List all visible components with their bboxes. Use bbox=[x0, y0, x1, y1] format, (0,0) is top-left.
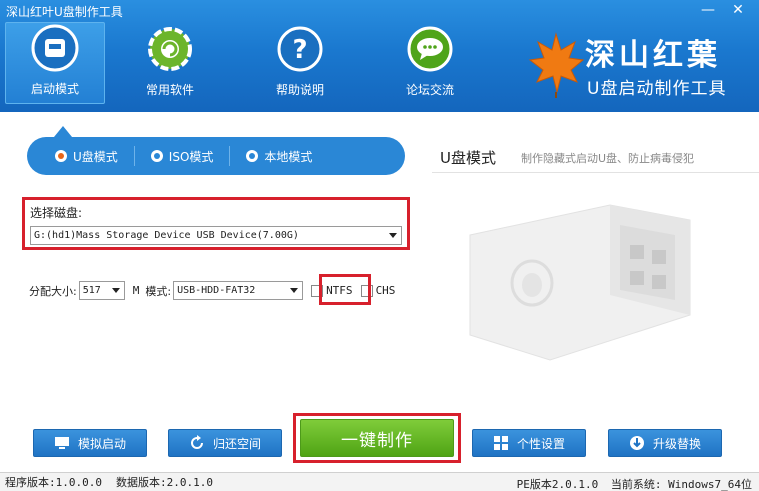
simulate-boot-button[interactable]: 模拟启动 bbox=[33, 429, 147, 457]
mode-label: 模式: bbox=[145, 284, 172, 298]
chat-bubble-icon bbox=[407, 26, 453, 72]
radio-unselected-icon bbox=[246, 150, 259, 162]
size-dropdown[interactable]: 517 bbox=[78, 281, 125, 300]
size-label: 分配大小: bbox=[29, 284, 77, 298]
mode-label: ISO模式 bbox=[168, 149, 214, 164]
minimize-button[interactable]: — bbox=[693, 0, 723, 20]
help-question-icon: ? bbox=[277, 26, 323, 72]
status-bar: 程序版本:1.0.0.0 数据版本:2.0.1.0 PE版本2.0.1.0 当前… bbox=[0, 472, 759, 491]
button-label: 个性设置 bbox=[516, 436, 565, 451]
system-info: PE版本2.0.1.0 当前系统: Windows7_64位 bbox=[517, 476, 752, 491]
button-label: 归还空间 bbox=[212, 436, 261, 451]
upgrade-button[interactable]: 升级替换 bbox=[608, 429, 722, 457]
mode-info-description: 制作隐藏式启动U盘、防止病毒侵犯 bbox=[521, 152, 695, 165]
usb-illustration bbox=[469, 204, 691, 361]
disk-value: G:(hd1)Mass Storage Device USB Device(7.… bbox=[34, 230, 299, 241]
dropdown-arrow-icon bbox=[290, 288, 299, 293]
radio-selected-icon bbox=[55, 150, 67, 162]
window-controls: — ✕ bbox=[693, 0, 753, 20]
logo-subtitle: U盘启动制作工具 bbox=[587, 79, 727, 99]
divider bbox=[432, 172, 759, 173]
mode-label: 本地模式 bbox=[264, 149, 313, 164]
nav-software[interactable]: 常用软件 bbox=[105, 22, 235, 104]
size-value: 517 bbox=[82, 285, 101, 296]
mode-pointer bbox=[54, 126, 72, 137]
mode-info-title: U盘模式 bbox=[440, 149, 496, 167]
nav-label: 帮助说明 bbox=[275, 83, 324, 97]
mode-iso-option[interactable]: ISO模式 bbox=[150, 148, 214, 165]
button-label: 模拟启动 bbox=[77, 436, 126, 451]
format-mode-dropdown[interactable]: USB-HDD-FAT32 bbox=[173, 281, 304, 300]
chs-label: CHS bbox=[375, 284, 396, 297]
button-label: 升级替换 bbox=[652, 436, 701, 451]
mode-selector: U盘模式 ISO模式 本地模式 bbox=[27, 137, 405, 175]
restore-space-button[interactable]: 归还空间 bbox=[168, 429, 282, 457]
download-circle-icon bbox=[629, 436, 644, 450]
mode-label: U盘模式 bbox=[73, 149, 118, 164]
refresh-icon bbox=[191, 435, 203, 449]
close-button[interactable]: ✕ bbox=[723, 0, 753, 20]
nav-label: 启动模式 bbox=[30, 82, 79, 96]
divider bbox=[229, 146, 231, 166]
maple-leaf-icon bbox=[528, 32, 585, 98]
nav-forum[interactable]: 论坛交流 bbox=[365, 22, 495, 104]
window-title: 深山红叶U盘制作工具 bbox=[6, 5, 123, 19]
software-gear-icon bbox=[148, 27, 192, 71]
ntfs-highlight bbox=[319, 274, 371, 305]
dropdown-arrow-icon bbox=[389, 233, 397, 238]
pe-version: PE版本2.0.1.0 bbox=[516, 478, 599, 491]
nav-label: 常用软件 bbox=[145, 83, 194, 97]
main-nav: 启动模式 常用软件 ? 帮助说明 论坛交流 bbox=[5, 22, 495, 104]
disk-select-group: 选择磁盘: G:(hd1)Mass Storage Device USB Dev… bbox=[22, 197, 410, 250]
divider bbox=[133, 146, 135, 166]
header-bar: 深山红叶U盘制作工具 — ✕ 启动模式 常用软件 ? 帮助说明 论坛交流 深山红… bbox=[0, 0, 759, 112]
grid-icon bbox=[493, 436, 508, 450]
format-mode-value: USB-HDD-FAT32 bbox=[177, 285, 256, 296]
brand-logo: 深山红葉 U盘启动制作工具 bbox=[527, 28, 737, 100]
program-version: 程序版本:1.0.0.0 bbox=[5, 476, 102, 489]
mode-usb-option[interactable]: U盘模式 bbox=[55, 148, 118, 165]
unit-label: M bbox=[132, 284, 140, 297]
disk-label: 选择磁盘: bbox=[30, 206, 83, 220]
mode-local-option[interactable]: 本地模式 bbox=[246, 148, 312, 165]
nav-boot-mode[interactable]: 启动模式 bbox=[5, 22, 105, 104]
usb-drive-icon bbox=[31, 24, 79, 72]
one-click-make-button[interactable]: 一键制作 bbox=[300, 419, 454, 457]
data-version: 数据版本:2.0.1.0 bbox=[115, 476, 213, 489]
radio-unselected-icon bbox=[150, 150, 163, 162]
disk-dropdown[interactable]: G:(hd1)Mass Storage Device USB Device(7.… bbox=[30, 226, 402, 245]
nav-label: 论坛交流 bbox=[405, 83, 454, 97]
personalize-button[interactable]: 个性设置 bbox=[472, 429, 586, 457]
svg-text:?: ? bbox=[292, 35, 307, 65]
nav-help[interactable]: ? 帮助说明 bbox=[235, 22, 365, 104]
logo-title: 深山红葉 bbox=[585, 38, 721, 73]
dropdown-arrow-icon bbox=[111, 288, 120, 293]
monitor-icon bbox=[54, 437, 69, 449]
current-system: 当前系统: Windows7_64位 bbox=[610, 478, 752, 491]
